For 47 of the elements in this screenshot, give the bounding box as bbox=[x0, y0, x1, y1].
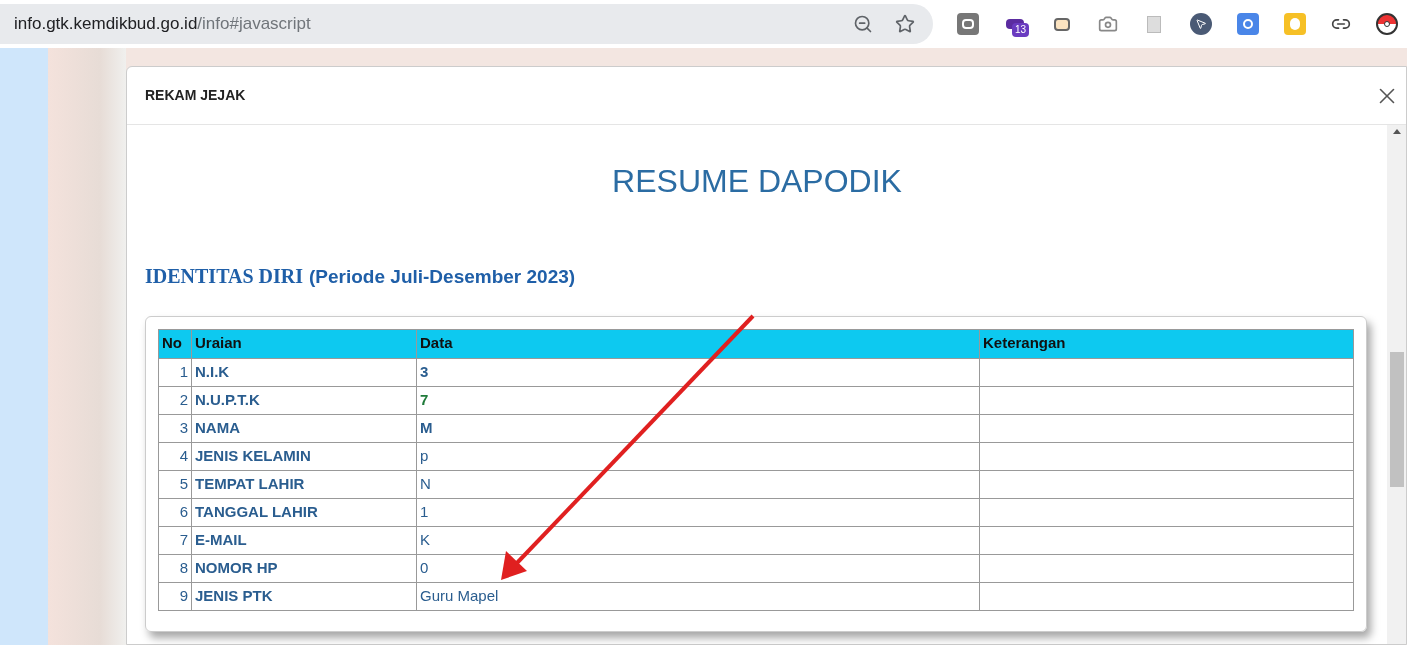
scrollbar[interactable] bbox=[1387, 125, 1406, 644]
column-header: Keterangan bbox=[979, 329, 1354, 358]
column-header: Uraian bbox=[191, 329, 417, 358]
row-number: 3 bbox=[158, 414, 192, 442]
resume-heading: RESUME DAPODIK bbox=[612, 162, 902, 201]
field-label: NOMOR HP bbox=[191, 554, 417, 582]
field-value: 3 bbox=[416, 358, 980, 386]
field-value: Guru Mapel bbox=[416, 582, 980, 610]
row-number: 5 bbox=[158, 470, 192, 498]
row-number: 8 bbox=[158, 554, 192, 582]
scrollbar-thumb[interactable] bbox=[1389, 352, 1404, 487]
row-number: 4 bbox=[158, 442, 192, 470]
zoom-out-icon[interactable] bbox=[853, 14, 873, 34]
extension-icon[interactable] bbox=[1376, 13, 1398, 35]
url-path: /info#javascript bbox=[197, 13, 311, 36]
field-label: N.I.K bbox=[191, 358, 417, 386]
address-bar[interactable]: info.gtk.kemdikbud.go.id/info#javascript bbox=[0, 4, 933, 44]
row-number: 6 bbox=[158, 498, 192, 526]
field-value: 1 bbox=[416, 498, 980, 526]
section-period: (Periode Juli-Desember 2023) bbox=[309, 265, 576, 289]
field-label: TANGGAL LAHIR bbox=[191, 498, 417, 526]
field-label: NAMA bbox=[191, 414, 417, 442]
field-value: N bbox=[416, 470, 980, 498]
field-label: TEMPAT LAHIR bbox=[191, 470, 417, 498]
row-number: 9 bbox=[158, 582, 192, 610]
modal-title: REKAM JEJAK bbox=[145, 86, 246, 105]
extension-badge: 13 bbox=[1012, 23, 1030, 37]
scroll-up-icon[interactable] bbox=[1392, 129, 1401, 134]
bookmark-star-icon[interactable] bbox=[895, 14, 915, 34]
field-label: E-MAIL bbox=[191, 526, 417, 554]
field-value: K bbox=[416, 526, 980, 554]
camera-icon[interactable] bbox=[1098, 14, 1118, 34]
field-label: N.U.P.T.K bbox=[191, 386, 417, 414]
row-number: 7 bbox=[158, 526, 192, 554]
translate-icon[interactable] bbox=[1237, 13, 1259, 35]
extension-icon[interactable] bbox=[1190, 13, 1212, 35]
field-value: 7 bbox=[416, 386, 980, 414]
section-title: IDENTITAS DIRI bbox=[145, 264, 303, 289]
row-number: 2 bbox=[158, 386, 192, 414]
row-number: 1 bbox=[158, 358, 192, 386]
field-label: JENIS PTK bbox=[191, 582, 417, 610]
field-value: p bbox=[416, 442, 980, 470]
column-header: Data bbox=[416, 329, 980, 358]
column-header: No bbox=[158, 329, 192, 358]
field-value: M bbox=[416, 414, 980, 442]
url-host: info.gtk.kemdikbud.go.id bbox=[14, 13, 198, 36]
field-label: JENIS KELAMIN bbox=[191, 442, 417, 470]
